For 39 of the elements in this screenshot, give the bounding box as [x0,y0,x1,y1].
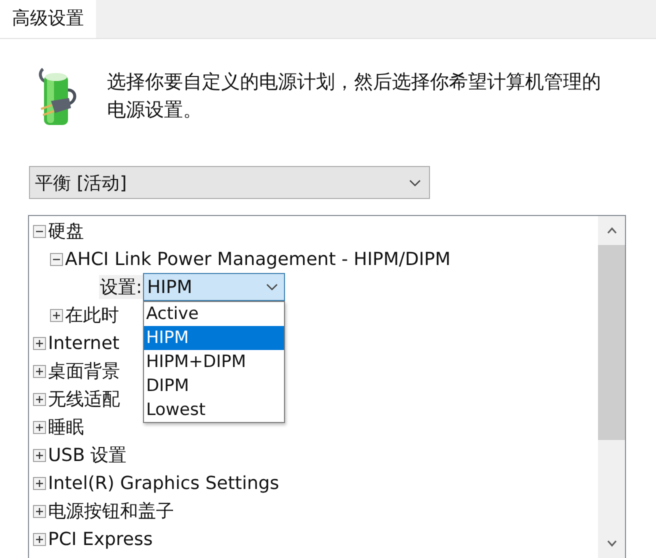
expand-icon[interactable] [33,392,46,406]
setting-label: 设置: [99,275,144,299]
tree-item[interactable]: PCI Express [48,528,153,550]
tree-item[interactable]: 桌面背景 [48,359,120,383]
tab[interactable]: 高级设置 [0,0,96,38]
battery-plug-icon [37,68,77,126]
description-text: 选择你要自定义的电源计划，然后选择你希望计算机管理的电源设置。 [107,70,602,123]
tree-item[interactable]: 在此时 [65,303,119,327]
expand-icon[interactable] [50,308,63,322]
tree-item[interactable]: 无线适配 [48,387,120,411]
scrollbar[interactable] [598,216,625,558]
expand-icon[interactable] [33,364,46,378]
tree-item[interactable]: 硬盘 [48,219,84,243]
expand-icon[interactable] [33,448,46,462]
dropdown-option[interactable]: HIPM [144,326,284,350]
scrollbar-thumb[interactable] [598,245,625,440]
setting-dropdown[interactable]: HIPM [143,273,286,301]
collapse-icon[interactable] [50,252,63,266]
tree-item[interactable]: Internet [48,332,120,354]
tree-item[interactable]: USB 设置 [48,443,127,467]
dropdown-option[interactable]: Active [144,302,284,326]
tree-item[interactable]: 睡眠 [48,415,84,439]
scroll-up-icon[interactable] [606,227,616,234]
expand-icon[interactable] [33,476,46,490]
expand-icon[interactable] [33,420,46,434]
expand-icon[interactable] [33,504,46,518]
tree-item[interactable]: Intel(R) Graphics Settings [48,472,280,494]
plan-dropdown[interactable]: 平衡 [活动] [29,166,430,199]
tree-item[interactable]: 电源按钮和盖子 [48,499,174,523]
expand-icon[interactable] [33,532,46,546]
dropdown-option[interactable]: DIPM [144,374,284,398]
dropdown-option[interactable]: Lowest [144,398,284,422]
dropdown-option[interactable]: HIPM+DIPM [144,350,284,374]
collapse-icon[interactable] [33,224,46,238]
tree-item[interactable]: AHCI Link Power Management - HIPM/DIPM [65,248,451,270]
scroll-down-icon[interactable] [606,540,616,547]
expand-icon[interactable] [33,336,46,350]
chevron-down-icon [266,283,278,291]
chevron-down-icon [409,178,421,186]
